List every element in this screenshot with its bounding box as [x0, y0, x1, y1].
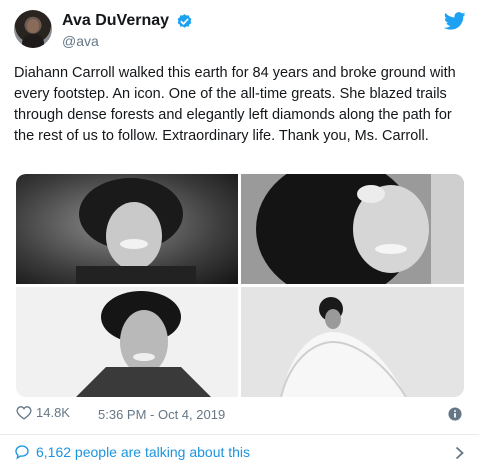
photo-2[interactable] [241, 174, 464, 284]
portrait-photo-4 [241, 287, 464, 397]
tweet-meta: 14.8K 5:36 PM - Oct 4, 2019 [16, 405, 462, 425]
portrait-photo-1 [16, 174, 238, 284]
tweet-timestamp[interactable]: 5:36 PM - Oct 4, 2019 [98, 407, 225, 422]
avatar-body [22, 34, 44, 48]
portrait-photo-3 [16, 287, 238, 397]
talking-about-label: 6,162 people are talking about this [36, 444, 251, 460]
conversation-bubble-icon [15, 445, 29, 460]
verified-badge-icon [178, 13, 192, 28]
twitter-bird-icon[interactable] [444, 12, 466, 30]
like-count: 14.8K [36, 405, 70, 420]
author-names: Ava DuVernay @ava [62, 11, 193, 50]
portrait-photo-2 [241, 174, 464, 284]
photo-1[interactable] [16, 174, 238, 284]
author-display-name[interactable]: Ava DuVernay [62, 11, 169, 31]
avatar[interactable] [14, 10, 52, 48]
photo-4[interactable] [241, 287, 464, 397]
heart-icon [16, 406, 32, 420]
chevron-right-icon [455, 446, 464, 460]
media-grid [16, 174, 464, 397]
tweet-header: Ava DuVernay @ava [14, 10, 466, 54]
author-handle[interactable]: @ava [62, 32, 193, 50]
photo-3[interactable] [16, 287, 238, 397]
talking-about-link[interactable]: 6,162 people are talking about this [14, 443, 466, 463]
like-button[interactable]: 14.8K [16, 405, 70, 420]
avatar-face [27, 19, 39, 33]
info-icon[interactable] [448, 407, 462, 421]
tweet-text: Diahann Carroll walked this earth for 84… [14, 65, 456, 144]
divider [0, 434, 479, 435]
tweet-card: Ava DuVernay @ava Diahann Carroll walked… [0, 0, 479, 468]
